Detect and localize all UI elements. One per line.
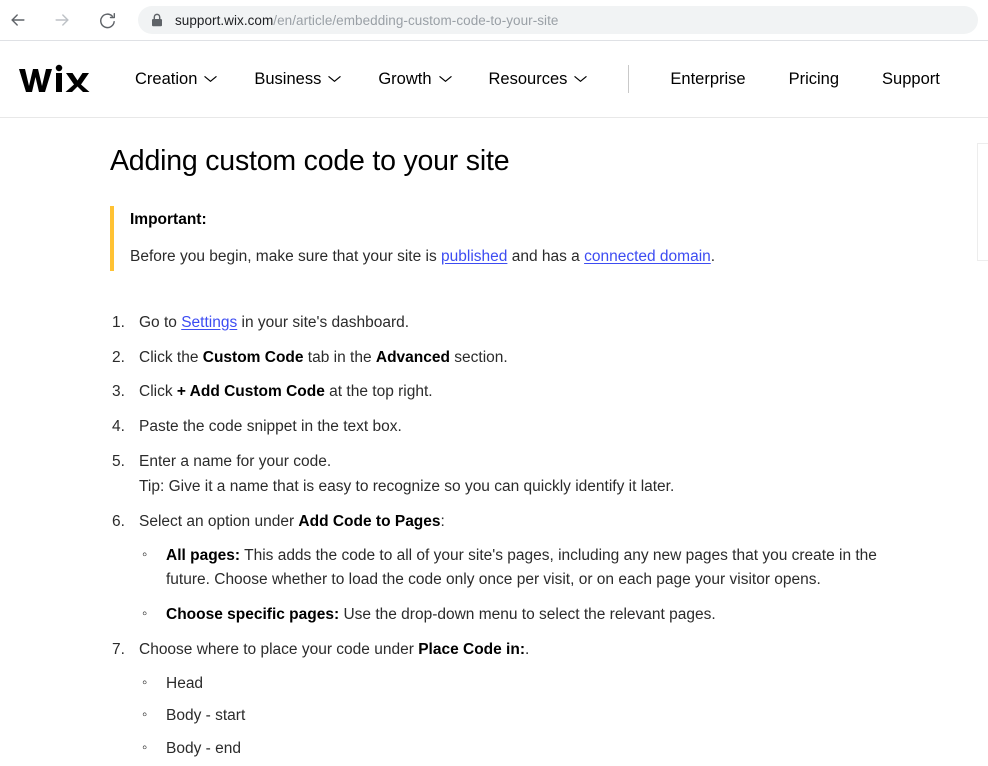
nav-item-label: Enterprise [670, 69, 746, 88]
address-bar[interactable]: support.wix.com/en/article/embedding-cus… [138, 6, 978, 34]
step-body: Paste the code snippet in the text box. [139, 418, 402, 435]
step-sub-item: Body - start [139, 703, 880, 728]
step-7-sub-3-text: Body - end [166, 739, 241, 757]
nav-item-label: Business [254, 69, 322, 88]
step-6-emphasis: Add Code to Pages [298, 512, 441, 530]
step-2-text: Click the [139, 348, 203, 366]
reload-icon [98, 11, 117, 30]
nav-item-label: Growth [378, 69, 432, 88]
nav-divider [628, 65, 630, 93]
step-sub-item: Choose specific pages: Use the drop-down… [139, 602, 880, 627]
nav-item-label: Creation [135, 69, 198, 88]
main-nav-list: Creation Business Growth Resources Enter… [135, 65, 983, 93]
nav-item-pricing[interactable]: Pricing [789, 70, 839, 89]
step-7-emphasis: Place Code in: [418, 641, 525, 659]
step-7-text: . [525, 641, 530, 659]
step-1-text: in your site's dashboard. [237, 313, 410, 331]
chevron-down-icon [438, 75, 452, 83]
instruction-step: Select an option under Add Code to Pages… [110, 510, 880, 627]
connected-domain-link[interactable]: connected domain [584, 248, 711, 265]
step-sublist: All pages: This adds the code to all of … [139, 543, 880, 627]
step-sub-item: All pages: This adds the code to all of … [139, 543, 880, 593]
instruction-step: Click + Add Custom Code at the top right… [110, 380, 880, 404]
callout-text-after: . [710, 247, 716, 265]
browser-toolbar: support.wix.com/en/article/embedding-cus… [0, 0, 988, 41]
article-container: Adding custom code to your site Importan… [0, 118, 880, 766]
step-sub-item: Head [139, 671, 880, 696]
chevron-down-icon [204, 75, 218, 83]
step-body: Choose where to place your code under Pl… [139, 641, 529, 658]
reload-button[interactable] [90, 3, 124, 37]
step-1-link[interactable]: Settings [181, 314, 237, 331]
arrow-right-icon [52, 10, 72, 30]
lock-icon[interactable] [151, 13, 163, 27]
step-body: Select an option under Add Code to Pages… [139, 513, 445, 530]
instruction-steps-list: Go to Settings in your site's dashboard.… [110, 311, 880, 766]
arrow-left-icon [8, 10, 28, 30]
published-link[interactable]: published [441, 248, 507, 265]
step-body: Click + Add Custom Code at the top right… [139, 383, 433, 400]
step-5-text: Enter a name for your code. [139, 453, 332, 471]
nav-item-label: Pricing [788, 69, 840, 88]
forward-button [45, 3, 79, 37]
callout-body: Before you begin, make sure that your si… [130, 245, 880, 269]
instruction-step: Click the Custom Code tab in the Advance… [110, 346, 880, 370]
chevron-down-icon [328, 75, 342, 83]
nav-item-growth[interactable]: Growth [378, 69, 452, 89]
instruction-step: Paste the code snippet in the text box. [110, 415, 880, 439]
callout-text-middle: and has a [507, 247, 585, 265]
callout-text-before: Before you begin, make sure that your si… [130, 247, 442, 265]
nav-item-business[interactable]: Business [254, 69, 342, 89]
url-domain: support.wix.com [175, 12, 274, 28]
step-sublist: Head Body - start Body - end [139, 671, 880, 761]
nav-item-resources[interactable]: Resources [489, 70, 588, 89]
page-title: Adding custom code to your site [110, 145, 510, 177]
step-7-text: Choose where to place your code under [139, 641, 419, 659]
step-body: Go to Settings in your site's dashboard. [139, 314, 409, 331]
step-4-text: Paste the code snippet in the text box. [139, 418, 402, 436]
step-7-sub-1-text: Head [166, 674, 204, 692]
step-2-emphasis: Custom Code [202, 348, 304, 366]
instruction-step: Choose where to place your code under Pl… [110, 638, 880, 761]
step-sub-item: Body - end [139, 736, 880, 761]
step-6-text: : [440, 512, 445, 530]
nav-item-support[interactable]: Support [882, 70, 940, 89]
step-3-text: Click [139, 383, 177, 401]
wix-logo[interactable] [18, 62, 98, 96]
page-content: Adding custom code to your site Importan… [0, 118, 988, 766]
nav-item-label: Support [882, 69, 940, 88]
instruction-step: Go to Settings in your site's dashboard. [110, 311, 880, 335]
instruction-step: Enter a name for your code. Tip: Give it … [110, 450, 880, 499]
chevron-down-icon [574, 75, 588, 83]
step-6-sub-1-emphasis: All pages: [166, 546, 241, 564]
step-6-sub-1-text: This adds the code to all of your site's… [166, 546, 877, 589]
step-3-emphasis: + Add Custom Code [176, 383, 325, 401]
back-button[interactable] [1, 3, 35, 37]
step-6-text: Select an option under [139, 512, 299, 530]
step-tip-note: Tip: Give it a name that is easy to reco… [139, 477, 675, 495]
callout-title: Important: [130, 210, 207, 228]
step-6-sub-2-emphasis: Choose specific pages: [166, 605, 340, 623]
step-body: Click the Custom Code tab in the Advance… [139, 349, 508, 366]
nav-item-label: Resources [488, 69, 568, 88]
step-2-text: tab in the [303, 348, 376, 366]
url-path: /en/article/embedding-custom-code-to-you… [273, 12, 559, 28]
site-navigation-bar: Creation Business Growth Resources Enter… [0, 41, 988, 118]
nav-item-creation[interactable]: Creation [135, 69, 218, 89]
side-panel-edge [977, 143, 988, 261]
address-bar-url: support.wix.com/en/article/embedding-cus… [175, 13, 558, 28]
step-body: Enter a name for your code. [139, 453, 331, 470]
step-7-sub-2-text: Body - start [166, 707, 246, 725]
step-3-text: at the top right. [324, 383, 433, 401]
step-2-emphasis: Advanced [375, 348, 450, 366]
nav-item-enterprise[interactable]: Enterprise [670, 70, 745, 89]
step-1-text: Go to [139, 313, 182, 331]
important-callout: Important: Before you begin, make sure t… [110, 205, 880, 271]
step-2-text: section. [449, 348, 508, 366]
step-6-sub-2-text: Use the drop-down menu to select the rel… [339, 605, 716, 623]
